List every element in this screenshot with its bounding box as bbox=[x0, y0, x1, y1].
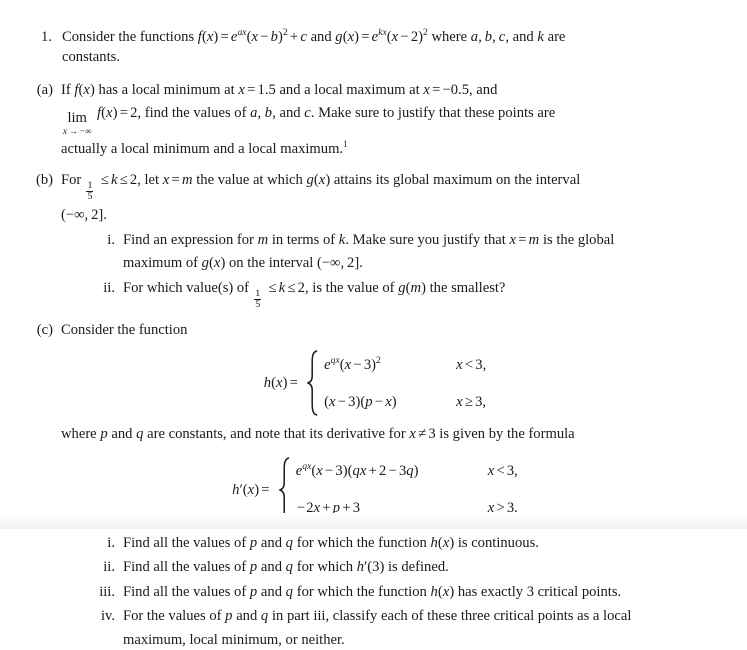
fraction-one-fifth-2: 1 5 bbox=[254, 287, 262, 310]
part-b-sub-i: i. Find an expression for m in terms of … bbox=[89, 230, 689, 274]
part-a-line-2: lim x → −∞ f(x) = 2, find the values of a,… bbox=[63, 105, 556, 136]
part-b-line1-pre: For bbox=[61, 172, 82, 188]
limit-operator: lim x → −∞ bbox=[63, 109, 92, 136]
equation-h-case-2-cond: x ≥3, bbox=[456, 393, 487, 410]
equation-h-case-1-expr: eqx(x −3)2 bbox=[324, 354, 381, 373]
problem-1-part-c: (c) Consider the function h(x) = eqx(x −… bbox=[26, 320, 747, 650]
problem-1-part-a: (a) If f(x) has a local minimum at x = 1.5… bbox=[26, 80, 747, 159]
equation-h-lhs: h(x) = bbox=[263, 375, 298, 392]
conjunction-and: and bbox=[310, 29, 332, 45]
part-c-sub-ii: ii. Find all the values of p and q for w… bbox=[89, 557, 689, 577]
part-c-sub-iv-line1: For the values of p and q in part iii, c… bbox=[123, 608, 632, 625]
part-c-sub-i-marker: i. bbox=[107, 534, 115, 551]
part-b-sub-ii-marker: ii. bbox=[103, 279, 115, 296]
equation-h-prime-case-2-cond: x >3. bbox=[487, 500, 518, 517]
footnote-marker: 1 bbox=[343, 138, 348, 149]
equation-h-piecewise: eqx(x −3)2 x <3, (x −3)(p − x) x ≥3, bbox=[306, 350, 486, 417]
fraction-one-fifth: 1 5 bbox=[86, 180, 94, 203]
function-f-definition: f(x) = eax(x − b)2 + c bbox=[197, 27, 307, 45]
left-brace-icon bbox=[306, 350, 318, 417]
part-b-line-2: (−∞, 2]. bbox=[61, 207, 107, 224]
left-brace-icon-2 bbox=[278, 457, 290, 523]
equation-h-definition: h(x) = eqx(x −3)2 x < 3, (x − 3)(p − x) … bbox=[61, 350, 689, 417]
constants-clause-line2: constants. bbox=[62, 49, 120, 66]
limit-subscript: x → −∞ bbox=[63, 125, 92, 136]
part-b-sub-i-line2: maximum of g(x) on the interval (−∞, 2]. bbox=[123, 255, 363, 272]
part-c-sub-iv-marker: iv. bbox=[100, 608, 115, 625]
part-c-sub-iv-line2: maximum, local minimum, or neither. bbox=[123, 631, 345, 648]
problem-1-body: Consider the functions f(x) = eax(x − b)2 + c … bbox=[62, 27, 722, 68]
equation-h-prime-definition: h′(x) = eqx(x −3)(qx +2−3q) x < 3, −2x +… bbox=[61, 457, 689, 523]
part-a-line-1: If f(x) has a local minimum at x = 1.5 and… bbox=[61, 81, 498, 98]
part-a-line1-and: and a local maximum at bbox=[279, 81, 420, 98]
part-a-line3-text: actually a local minimum and a local max… bbox=[61, 140, 344, 157]
part-c-sub-ii-body: Find all the values of p and q for which… bbox=[123, 559, 449, 576]
part-c-sub-iv-body: For the values of p and q in part iii, c… bbox=[123, 606, 689, 650]
part-b-sub-i-body: Find an expression for m in terms of k. … bbox=[123, 230, 689, 274]
part-c-marker: (c) bbox=[36, 322, 53, 339]
equation-h-case-1: eqx(x −3)2 x <3, bbox=[324, 355, 486, 375]
part-c-note: where p and q are constants, and note th… bbox=[61, 426, 575, 443]
part-b-sub-ii-body: For which value(s) of 1 5 ≤ k ≤2, is the v… bbox=[123, 279, 506, 310]
equation-h-prime-case-2-expr: −2x + p +3 bbox=[296, 500, 361, 517]
part-b-marker: (b) bbox=[35, 172, 53, 188]
equation-h-case-2-expr: (x −3)(p − x) bbox=[324, 393, 397, 410]
part-a-line1-pre: If bbox=[61, 81, 71, 98]
part-c-sub-iii-body: Find all the values of p and q for which… bbox=[123, 583, 622, 600]
document-page: 1. Consider the functions f(x) = eax(x − b)2… bbox=[0, 0, 747, 648]
part-b-line-1: For 1 5 ≤ k ≤2, let x = m the value at which… bbox=[61, 172, 581, 203]
equation-h-case-1-cond: x <3, bbox=[456, 356, 487, 373]
equation-h-prime-case-1-expr: eqx(x −3)(qx +2−3q) bbox=[295, 461, 419, 479]
part-c-sub-i-body: Find all the values of p and q for which… bbox=[123, 534, 539, 551]
function-g-definition: g(x) = ekx(x −2)2 bbox=[335, 27, 428, 45]
part-a-body: If f(x) has a local minimum at x = 1.5 and… bbox=[61, 80, 689, 159]
part-b-sub-ii: ii. For which value(s) of 1 5 ≤ k ≤2, is t… bbox=[89, 278, 689, 310]
part-c-body: Consider the function h(x) = eqx(x − 3)2… bbox=[61, 320, 689, 650]
equation-h-prime-cases: eqx(x −3)(qx +2−3q) x <3, −2x + p +3 x >3. bbox=[296, 457, 518, 523]
equation-h-prime-case-1-cond: x <3, bbox=[487, 462, 518, 479]
problem-1-lead: Consider the functions bbox=[62, 29, 195, 45]
part-a-line1-mid: has a local minimum at bbox=[98, 81, 235, 98]
part-c-sub-iii: iii. Find all the values of p and q for … bbox=[89, 582, 689, 602]
equation-h-prime-case-1: eqx(x −3)(qx +2−3q) x <3, bbox=[296, 461, 518, 481]
part-b-body: For 1 5 ≤ k ≤2, let x = m the value at which… bbox=[61, 170, 689, 310]
part-a-line-3: actually a local minimum and a local max… bbox=[61, 139, 689, 159]
part-c-heading: Consider the function bbox=[61, 322, 188, 339]
equation-h-case-2: (x −3)(p − x) x ≥3, bbox=[324, 392, 486, 412]
part-b-sub-ii-pre: For which value(s) of bbox=[123, 279, 250, 296]
equation-h-prime-lhs: h′(x) = bbox=[232, 481, 270, 498]
part-c-sub-iv: iv. For the values of p and q in part ii… bbox=[89, 606, 689, 650]
part-c-sub-iii-marker: iii. bbox=[99, 583, 115, 600]
problem-1-part-b: (b) For 1 5 ≤ k ≤2, let x = m the value at w… bbox=[26, 170, 747, 310]
equation-h-prime-case-2: −2x + p +3 x >3. bbox=[296, 498, 518, 518]
part-b-sub-i-line1: Find an expression for m in terms of k. … bbox=[123, 231, 615, 248]
part-c-sub-ii-marker: ii. bbox=[103, 559, 115, 576]
equation-h-prime-piecewise: eqx(x −3)(qx +2−3q) x <3, −2x + p +3 x >3. bbox=[278, 457, 518, 523]
part-c-sub-i: i. Find all the values of p and q for wh… bbox=[89, 533, 689, 553]
problem-1-marker: 1. bbox=[41, 29, 52, 45]
constants-clause: where a, b, c, and k are bbox=[431, 29, 566, 45]
part-b-period: . bbox=[103, 207, 107, 224]
problem-1: 1. Consider the functions f(x) = eax(x − b)2… bbox=[30, 27, 747, 68]
part-a-marker: (a) bbox=[36, 81, 53, 98]
equation-h-cases: eqx(x −3)2 x <3, (x −3)(p − x) x ≥3, bbox=[324, 350, 486, 416]
part-b-sub-i-marker: i. bbox=[107, 231, 115, 248]
